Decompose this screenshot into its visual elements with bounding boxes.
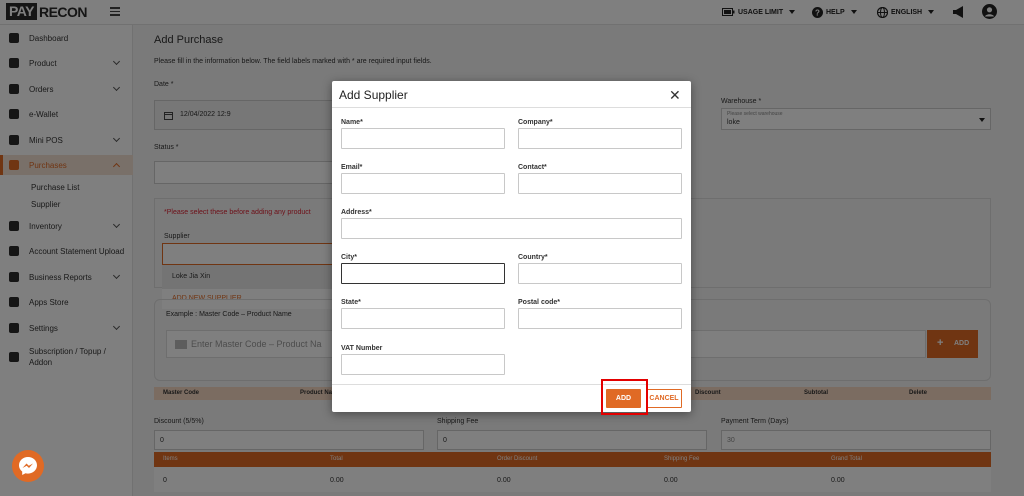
address-label: Address* bbox=[341, 209, 372, 216]
city-field[interactable] bbox=[341, 263, 505, 284]
city-label: City* bbox=[341, 254, 357, 261]
cancel-button[interactable]: CANCEL bbox=[646, 389, 682, 408]
state-field[interactable] bbox=[341, 308, 505, 329]
messenger-chat-button[interactable] bbox=[12, 450, 44, 482]
country-label: Country* bbox=[518, 254, 548, 261]
vat-number-label: VAT Number bbox=[341, 345, 383, 352]
email-field[interactable] bbox=[341, 173, 505, 194]
contact-label: Contact* bbox=[518, 164, 547, 171]
address-field[interactable] bbox=[341, 218, 682, 239]
name-label: Name* bbox=[341, 119, 363, 126]
postal-code-label: Postal code* bbox=[518, 299, 561, 306]
name-field[interactable] bbox=[341, 128, 505, 149]
modal-divider bbox=[332, 107, 691, 108]
modal-title: Add Supplier bbox=[339, 88, 408, 102]
postal-code-field[interactable] bbox=[518, 308, 682, 329]
contact-field[interactable] bbox=[518, 173, 682, 194]
company-field[interactable] bbox=[518, 128, 682, 149]
country-field[interactable] bbox=[518, 263, 682, 284]
email-label: Email* bbox=[341, 164, 363, 171]
state-label: State* bbox=[341, 299, 361, 306]
messenger-icon bbox=[19, 457, 37, 475]
highlight-box bbox=[601, 379, 648, 415]
vat-number-field[interactable] bbox=[341, 354, 505, 375]
close-icon[interactable]: ✕ bbox=[669, 87, 681, 104]
company-label: Company* bbox=[518, 119, 553, 126]
add-supplier-modal: Add Supplier ✕ Name* Company* Email* Con… bbox=[332, 81, 691, 412]
